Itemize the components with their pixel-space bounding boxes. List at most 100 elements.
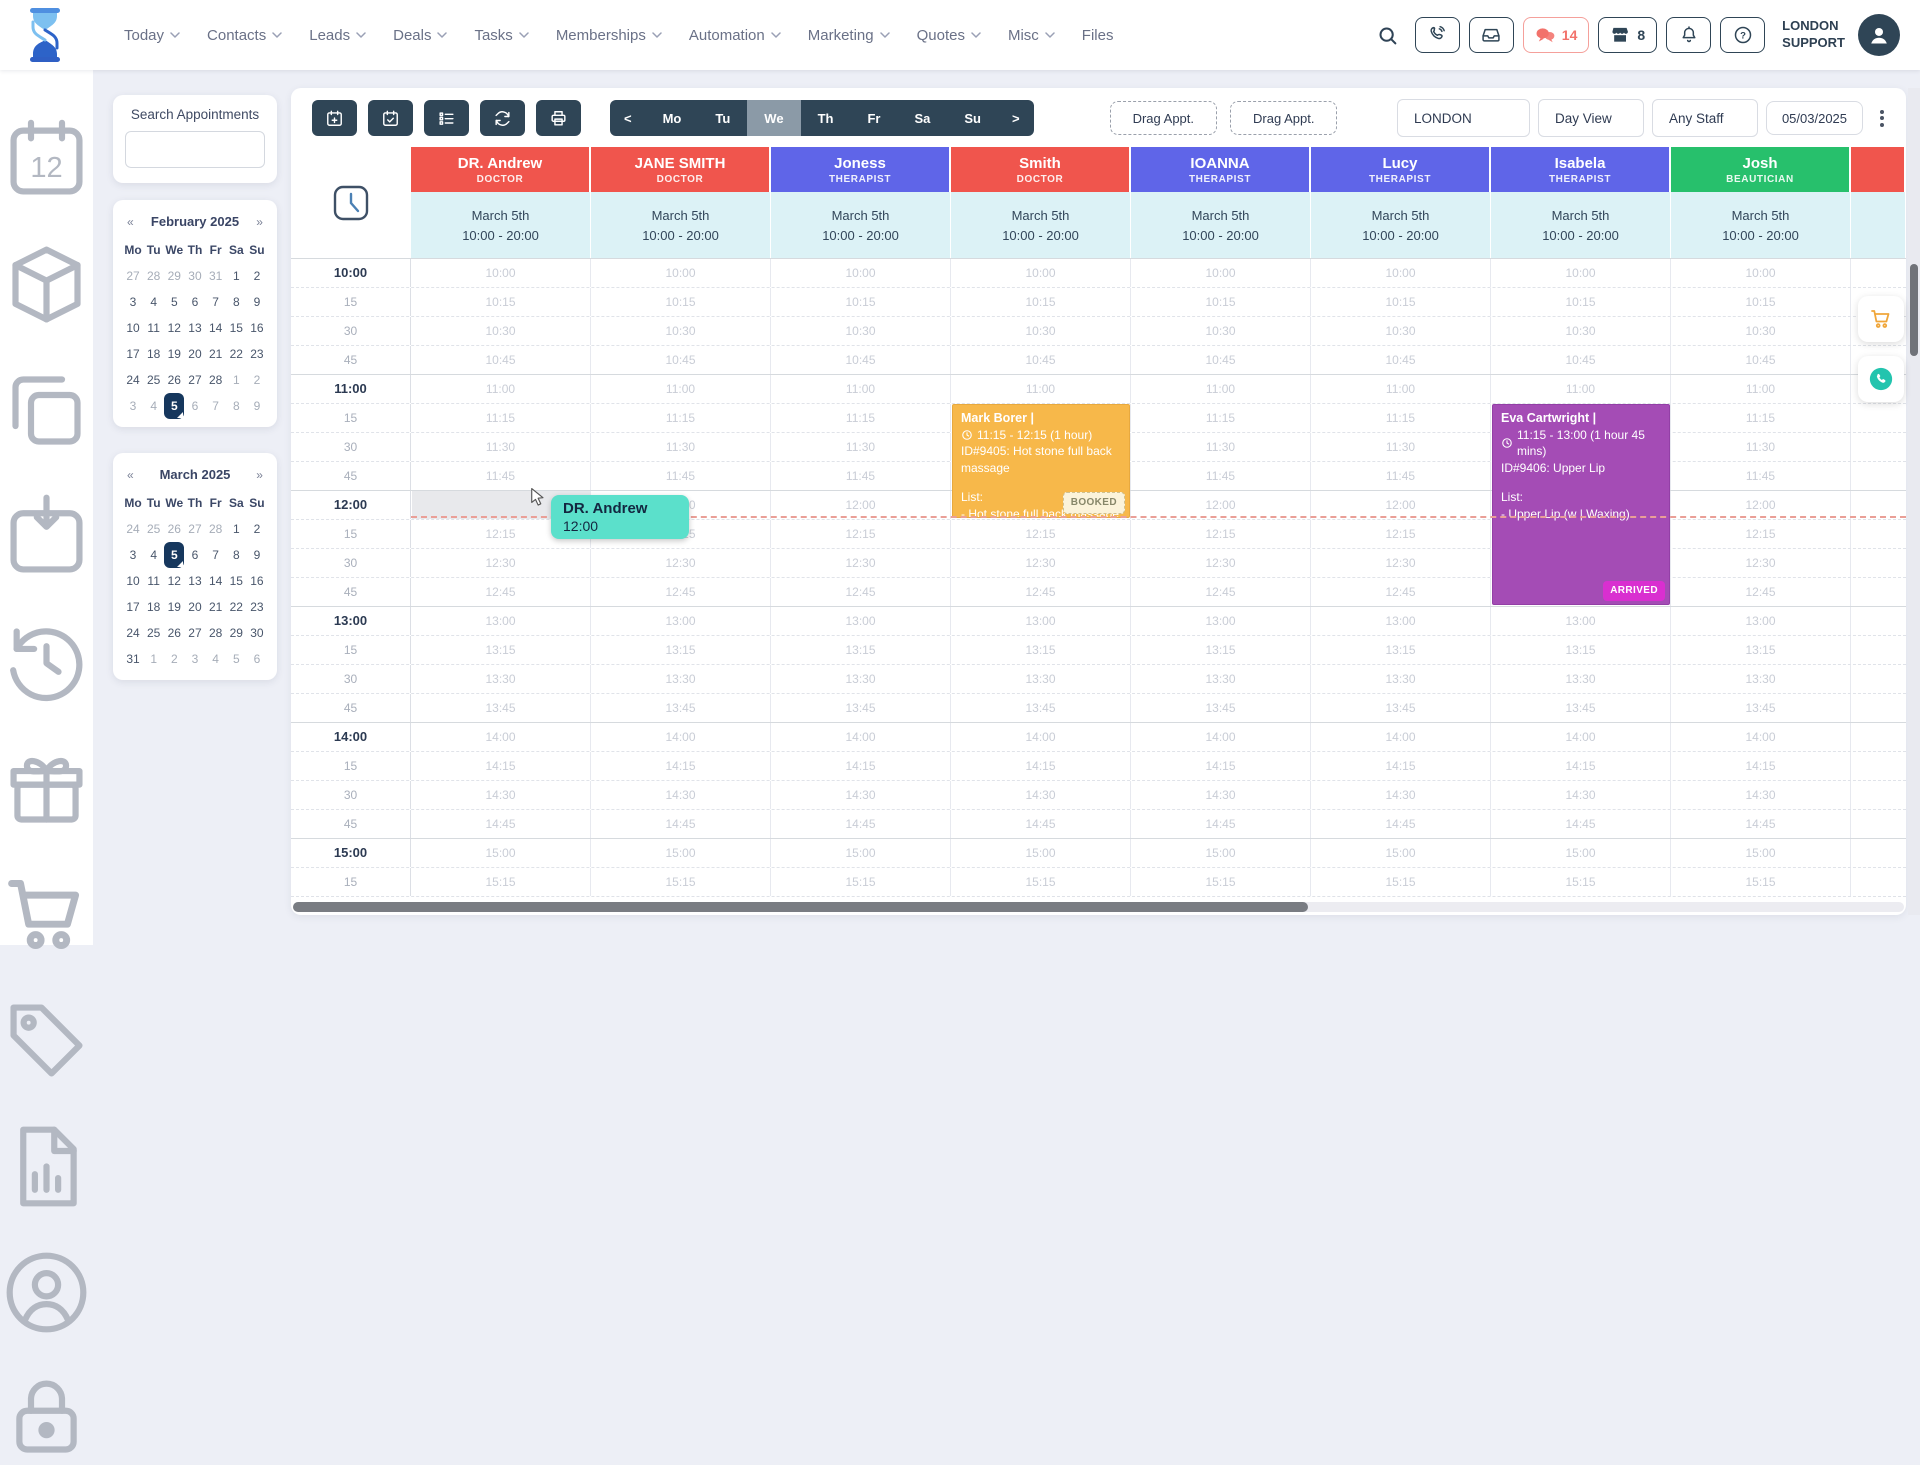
time-slot[interactable]: 10:15: [411, 288, 591, 316]
store-button[interactable]: 8: [1598, 17, 1657, 53]
time-slot[interactable]: [1851, 723, 1906, 751]
sidebar-item-cal-import[interactable]: [0, 490, 93, 583]
time-slot[interactable]: 12:30: [951, 549, 1131, 577]
time-slot[interactable]: 12:30: [411, 549, 591, 577]
nav-item-tasks[interactable]: Tasks: [474, 27, 528, 44]
time-slot[interactable]: 15:15: [951, 868, 1131, 896]
time-slot[interactable]: 10:00: [951, 259, 1131, 287]
time-slot[interactable]: 13:30: [951, 665, 1131, 693]
staff-header[interactable]: JANE SMITHDOCTOR: [591, 147, 771, 192]
day-tab-[interactable]: <: [610, 100, 646, 136]
nav-item-memberships[interactable]: Memberships: [556, 27, 662, 44]
time-slot[interactable]: 13:15: [771, 636, 951, 664]
staff-header[interactable]: JoshBEAUTICIAN: [1671, 147, 1851, 192]
time-slot[interactable]: 14:15: [951, 752, 1131, 780]
sidebar-item-tags[interactable]: [0, 994, 93, 1087]
time-slot[interactable]: 14:15: [1671, 752, 1851, 780]
time-slot[interactable]: 12:45: [951, 578, 1131, 606]
staff-header[interactable]: JonessTHERAPIST: [771, 147, 951, 192]
time-slot[interactable]: 14:30: [951, 781, 1131, 809]
time-slot[interactable]: 13:00: [1311, 607, 1491, 635]
calendar-day[interactable]: 12: [164, 568, 184, 594]
time-slot[interactable]: [1851, 404, 1906, 432]
calendar-day[interactable]: 7: [206, 289, 226, 315]
calendar-day[interactable]: 1: [226, 367, 246, 393]
calendar-day[interactable]: 13: [185, 568, 205, 594]
time-slot[interactable]: [1851, 752, 1906, 780]
appointment-eva-cartwright[interactable]: Eva Cartwright |11:15 - 13:00 (1 hour 45…: [1492, 404, 1670, 605]
time-slot[interactable]: 10:15: [1491, 288, 1671, 316]
calendar-day[interactable]: 29: [226, 620, 246, 646]
day-tab-fr[interactable]: Fr: [850, 100, 897, 136]
nav-item-misc[interactable]: Misc: [1008, 27, 1055, 44]
calendar-day[interactable]: 14: [206, 315, 226, 341]
sidebar-item-cart[interactable]: [0, 868, 93, 961]
calendar-day[interactable]: 15: [226, 568, 246, 594]
time-slot[interactable]: 13:15: [591, 636, 771, 664]
calendar-day[interactable]: 26: [164, 620, 184, 646]
time-slot[interactable]: 14:45: [1131, 810, 1311, 838]
sidebar-item-history[interactable]: [0, 616, 93, 709]
nav-item-contacts[interactable]: Contacts: [207, 27, 282, 44]
calendar-day[interactable]: 9: [247, 393, 267, 419]
time-slot[interactable]: 13:45: [591, 694, 771, 722]
floating-phone-button[interactable]: [1858, 356, 1904, 402]
time-slot[interactable]: 14:30: [771, 781, 951, 809]
calendar-day[interactable]: 2: [247, 516, 267, 542]
calendar-day[interactable]: 24: [123, 620, 143, 646]
calendar-day[interactable]: 2: [164, 646, 184, 672]
calendar-day[interactable]: 11: [144, 568, 164, 594]
time-slot[interactable]: 10:30: [1131, 317, 1311, 345]
time-slot[interactable]: 15:00: [951, 839, 1131, 867]
time-slot[interactable]: [1851, 259, 1906, 287]
app-logo-hourglass-icon[interactable]: [22, 6, 68, 64]
time-slot[interactable]: 15:00: [1311, 839, 1491, 867]
calendar-day[interactable]: 22: [226, 341, 246, 367]
calendar-day-selected[interactable]: 5: [164, 393, 184, 419]
time-slot[interactable]: 13:45: [1491, 694, 1671, 722]
time-slot[interactable]: 10:45: [1491, 346, 1671, 374]
time-slot[interactable]: 14:45: [1671, 810, 1851, 838]
time-slot[interactable]: 10:45: [951, 346, 1131, 374]
sidebar-item-gift[interactable]: [0, 742, 93, 835]
calendar-day[interactable]: 4: [144, 542, 164, 568]
sidebar-item-cal-date[interactable]: 12: [0, 112, 93, 205]
checklist-button[interactable]: [424, 100, 469, 136]
calendar-day[interactable]: 3: [123, 393, 143, 419]
day-tab-sa[interactable]: Sa: [897, 100, 947, 136]
time-slot[interactable]: 13:15: [1311, 636, 1491, 664]
time-slot[interactable]: 11:15: [1311, 404, 1491, 432]
time-slot[interactable]: 15:00: [1131, 839, 1311, 867]
calendar-day[interactable]: 23: [247, 594, 267, 620]
calendar-day[interactable]: 17: [123, 341, 143, 367]
calendar-day[interactable]: 25: [144, 367, 164, 393]
chat-button[interactable]: 14: [1523, 17, 1590, 53]
time-slot[interactable]: 12:45: [1671, 578, 1851, 606]
time-slot[interactable]: 10:30: [591, 317, 771, 345]
time-slot[interactable]: 11:15: [1671, 404, 1851, 432]
time-slot[interactable]: 14:30: [591, 781, 771, 809]
time-slot[interactable]: 14:45: [1311, 810, 1491, 838]
calendar-day[interactable]: 6: [185, 542, 205, 568]
time-slot[interactable]: [1851, 694, 1906, 722]
time-slot[interactable]: 12:15: [1131, 520, 1311, 548]
time-slot[interactable]: 12:15: [771, 520, 951, 548]
calendar-day[interactable]: 22: [226, 594, 246, 620]
time-slot[interactable]: 11:15: [1131, 404, 1311, 432]
calendar-day[interactable]: 26: [164, 367, 184, 393]
calendar-day[interactable]: 21: [206, 594, 226, 620]
time-slot[interactable]: 14:00: [771, 723, 951, 751]
time-slot[interactable]: 13:45: [411, 694, 591, 722]
time-slot[interactable]: 14:45: [591, 810, 771, 838]
calendar-prev-button[interactable]: «: [127, 215, 134, 229]
time-slot[interactable]: 14:15: [411, 752, 591, 780]
time-slot[interactable]: 14:15: [1491, 752, 1671, 780]
time-slot[interactable]: 12:15: [411, 520, 591, 548]
calendar-day[interactable]: 27: [123, 263, 143, 289]
time-slot[interactable]: 14:00: [1131, 723, 1311, 751]
nav-item-quotes[interactable]: Quotes: [917, 27, 981, 44]
time-slot[interactable]: 14:30: [1311, 781, 1491, 809]
calendar-day[interactable]: 10: [123, 315, 143, 341]
staff-header[interactable]: IOANNATHERAPIST: [1131, 147, 1311, 192]
calendar-day[interactable]: 31: [206, 263, 226, 289]
